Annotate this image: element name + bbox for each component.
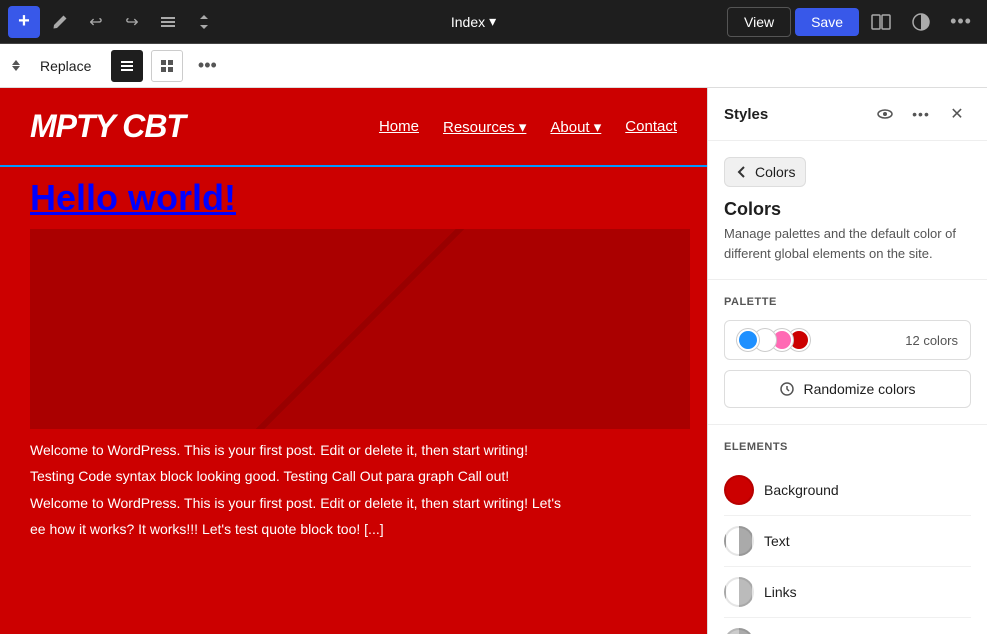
randomize-colors-btn[interactable]: Randomize colors (724, 370, 971, 408)
content-text: Welcome to WordPress. This is your first… (0, 439, 707, 541)
site-header: MPTY CBT Home Resources ▾ About ▾ Contac… (0, 88, 707, 165)
styles-panel: Styles ••• ✕ Colors Colors Manage palett… (707, 88, 987, 634)
nav-contact[interactable]: Contact (625, 118, 677, 136)
nav-resources[interactable]: Resources ▾ (443, 118, 526, 136)
text-label: Text (764, 533, 790, 549)
second-toolbar-more-btn[interactable]: ••• (191, 50, 223, 82)
contrast-btn[interactable] (903, 4, 939, 40)
list-view-btn[interactable] (111, 50, 143, 82)
element-headings[interactable]: Headings (724, 618, 971, 634)
colors-section: Colors Colors Manage palettes and the de… (708, 141, 987, 280)
replace-btn[interactable]: Replace (28, 54, 103, 78)
hero-section: Hello world! (0, 165, 707, 429)
palette-section: PALETTE 12 colors Randomize colors (708, 280, 987, 425)
links-color-swatch (724, 577, 754, 607)
save-btn[interactable]: Save (795, 8, 859, 36)
palette-row[interactable]: 12 colors (724, 320, 971, 360)
background-label: Background (764, 482, 839, 498)
back-to-styles-btn[interactable]: Colors (724, 157, 806, 187)
styles-more-btn[interactable]: ••• (907, 100, 935, 128)
randomize-label: Randomize colors (803, 381, 915, 397)
element-background[interactable]: Background (724, 465, 971, 516)
redo-btn[interactable]: ↪ (116, 6, 148, 38)
randomize-icon (779, 381, 795, 397)
colors-description: Manage palettes and the default color of… (724, 224, 971, 263)
nav-home[interactable]: Home (379, 118, 419, 136)
align-btn[interactable] (152, 6, 184, 38)
nav-arrows[interactable] (12, 60, 20, 71)
top-toolbar: + ↩ ↪ Index ▾ View Save ••• (0, 0, 987, 44)
site-logo: MPTY CBT (30, 108, 185, 145)
styles-panel-header: Styles ••• ✕ (708, 88, 987, 141)
elements-section: ELEMENTS Background Text Links Headings (708, 425, 987, 634)
palette-label: PALETTE (724, 296, 971, 308)
content-line-1: Welcome to WordPress. This is your first… (30, 439, 677, 461)
elements-label: ELEMENTS (724, 441, 971, 453)
pen-tool-btn[interactable] (44, 6, 76, 38)
element-links[interactable]: Links (724, 567, 971, 618)
palette-count: 12 colors (905, 333, 958, 348)
nav-about[interactable]: About ▾ (550, 118, 601, 136)
view-btn[interactable]: View (727, 7, 791, 37)
hero-title[interactable]: Hello world! (30, 177, 677, 219)
grid-view-btn[interactable] (151, 50, 183, 82)
content-line-3: Welcome to WordPress. This is your first… (30, 492, 677, 514)
element-text[interactable]: Text (724, 516, 971, 567)
styles-panel-title: Styles (724, 106, 863, 123)
site-preview: MPTY CBT Home Resources ▾ About ▾ Contac… (0, 88, 707, 634)
second-toolbar: Replace ••• (0, 44, 987, 88)
headings-color-swatch (724, 628, 754, 634)
hero-image (30, 229, 690, 429)
split-view-btn[interactable] (863, 4, 899, 40)
adjust-btn[interactable] (188, 6, 220, 38)
colors-heading: Colors (724, 199, 971, 220)
links-label: Links (764, 584, 797, 600)
canvas-area: MPTY CBT Home Resources ▾ About ▾ Contac… (0, 88, 707, 634)
eye-icon-btn[interactable] (871, 100, 899, 128)
page-selector[interactable]: Index ▾ (443, 9, 504, 34)
undo-btn[interactable]: ↩ (80, 6, 112, 38)
background-color-swatch (724, 475, 754, 505)
close-panel-btn[interactable]: ✕ (943, 100, 971, 128)
text-color-swatch (724, 526, 754, 556)
site-nav: Home Resources ▾ About ▾ Contact (379, 118, 677, 136)
palette-swatches (737, 329, 810, 351)
back-btn-label: Colors (755, 164, 795, 180)
content-line-2: Testing Code syntax block looking good. … (30, 465, 677, 487)
content-line-4: ee how it works? It works!!! Let's test … (30, 518, 677, 540)
swatch-1 (737, 329, 759, 351)
wp-logo[interactable]: + (8, 6, 40, 38)
more-options-btn[interactable]: ••• (943, 4, 979, 40)
main-container: MPTY CBT Home Resources ▾ About ▾ Contac… (0, 88, 987, 634)
